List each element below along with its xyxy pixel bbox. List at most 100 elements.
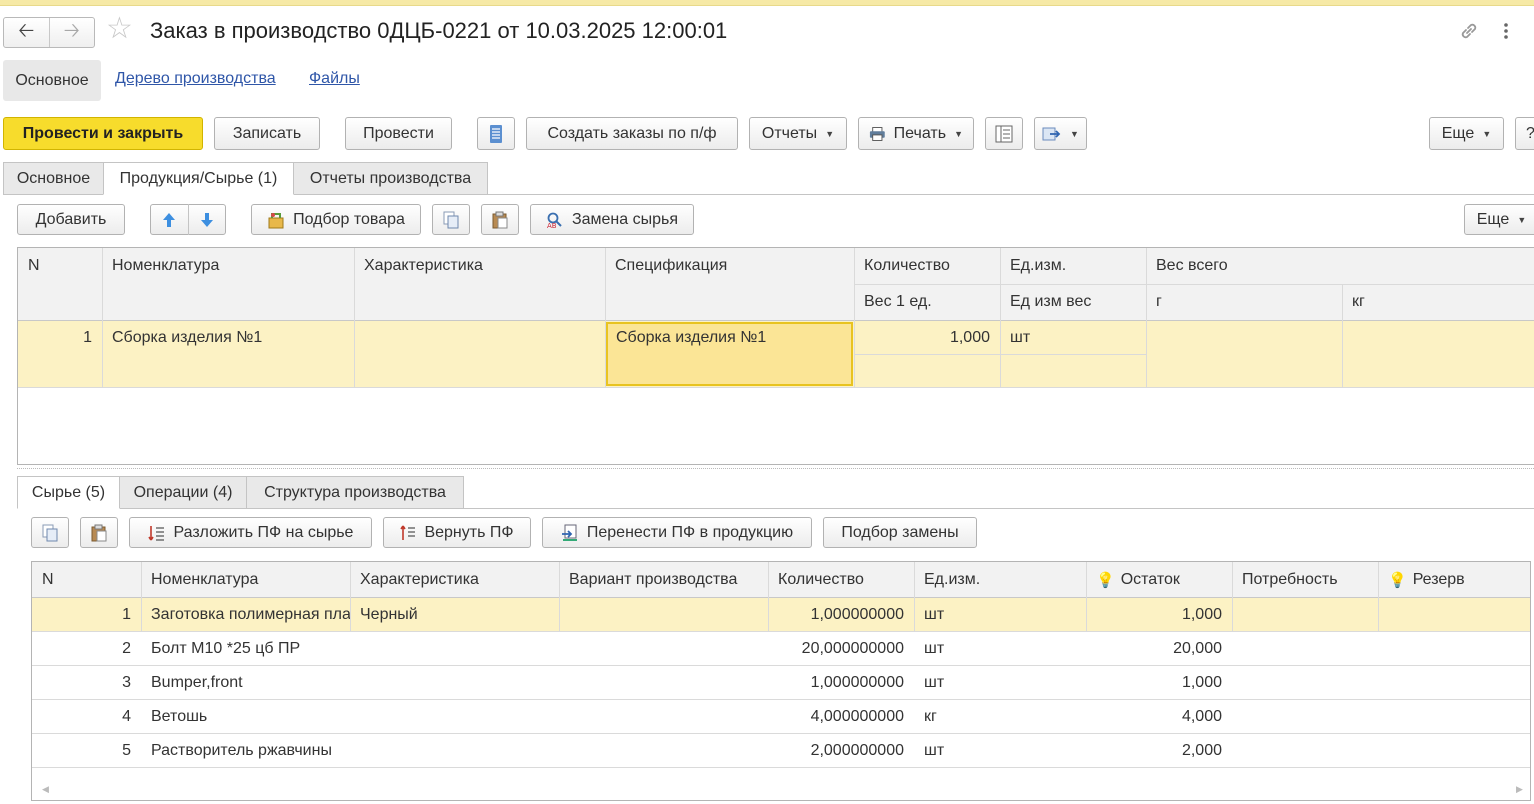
subtab-operations[interactable]: Операции (4) (119, 476, 247, 509)
post-and-close-button[interactable]: Провести и закрыть (3, 117, 203, 150)
document-list-button[interactable] (477, 117, 515, 150)
cell-nomenclature[interactable]: Ветошь (141, 700, 350, 733)
arrow-down-icon (200, 212, 213, 227)
col-header-unit[interactable]: Ед.изм. (1000, 248, 1146, 284)
cell-unit[interactable]: шт (914, 734, 1086, 767)
forward-button[interactable]: 🡢 (48, 18, 95, 47)
reports-button[interactable]: Отчеты ▼ (749, 117, 847, 150)
section-link-files[interactable]: Файлы (309, 70, 360, 88)
cell-quantity[interactable]: 2,000000000 (768, 734, 914, 767)
section-link-production-tree[interactable]: Дерево производства (115, 70, 276, 88)
col-header-characteristic[interactable]: Характеристика (350, 562, 559, 597)
products-more-button[interactable]: Еще ▼ (1464, 204, 1534, 235)
cell-characteristic[interactable]: Черный (350, 598, 559, 631)
replace-raw-button[interactable]: AB Замена сырья (530, 204, 694, 235)
move-up-button[interactable] (151, 212, 188, 228)
col-header-n[interactable]: N (18, 248, 102, 284)
col-header-balance[interactable]: 💡 Остаток (1086, 562, 1232, 597)
divider (18, 387, 1534, 388)
section-main[interactable]: Основное (3, 60, 101, 101)
top-strip (0, 0, 1534, 6)
reserve-label: Резерв (1412, 570, 1465, 588)
copy-button[interactable] (432, 204, 470, 235)
move-down-button[interactable] (189, 212, 226, 228)
cell-n[interactable]: 5 (32, 734, 141, 767)
post-button[interactable]: Провести (345, 117, 452, 150)
cell-characteristic[interactable] (354, 321, 605, 354)
paste-button[interactable] (481, 204, 519, 235)
copy-icon (42, 524, 58, 541)
cell-balance[interactable]: 1,000 (1086, 666, 1232, 699)
cell-n[interactable]: 1 (18, 321, 102, 354)
more-button[interactable]: Еще ▼ (1429, 117, 1504, 150)
print-button[interactable]: Печать ▼ (858, 117, 974, 150)
col-header-characteristic[interactable]: Характеристика (354, 248, 605, 284)
structure-button[interactable] (985, 117, 1023, 150)
scroll-right-icon[interactable]: ▶ (1516, 784, 1523, 795)
cell-quantity[interactable]: 1,000000000 (768, 666, 914, 699)
cell-balance[interactable]: 4,000 (1086, 700, 1232, 733)
caret-down-icon: ▼ (1482, 128, 1492, 139)
tab-main[interactable]: Основное (3, 162, 104, 195)
select-goods-label: Подбор товара (293, 210, 405, 228)
exchange-button[interactable]: ▼ (1034, 117, 1087, 150)
col-header-unit[interactable]: Ед.изм. (914, 562, 1086, 597)
select-goods-button[interactable]: Подбор товара (251, 204, 421, 235)
tab-production-reports[interactable]: Отчеты производства (293, 162, 488, 195)
scroll-left-icon[interactable]: ◀ (42, 784, 49, 795)
cell-balance[interactable]: 20,000 (1086, 632, 1232, 665)
tab-products-raw[interactable]: Продукция/Сырье (1) (103, 162, 294, 195)
col-header-unit-weight[interactable]: Ед изм вес (1000, 284, 1146, 320)
cell-nomenclature[interactable]: Bumper,front (141, 666, 350, 699)
cell-balance[interactable]: 2,000 (1086, 734, 1232, 767)
cell-quantity[interactable]: 4,000000000 (768, 700, 914, 733)
cell-nomenclature[interactable]: Сборка изделия №1 (102, 321, 354, 354)
save-button[interactable]: Записать (214, 117, 320, 150)
cell-n[interactable]: 2 (32, 632, 141, 665)
cell-nomenclature[interactable]: Заготовка полимерная пластиковая (141, 598, 350, 631)
col-header-nomenclature[interactable]: Номенклатура (102, 248, 354, 284)
cell-unit[interactable]: шт (914, 666, 1086, 699)
col-header-kg[interactable]: кг (1342, 284, 1534, 320)
cell-quantity[interactable]: 1,000 (854, 321, 1000, 354)
col-header-reserve[interactable]: 💡 Резерв (1378, 562, 1530, 597)
col-header-nomenclature[interactable]: Номенклатура (141, 562, 350, 597)
decompose-button[interactable]: Разложить ПФ на сырье (129, 517, 372, 548)
subtab-production-structure[interactable]: Структура производства (246, 476, 464, 509)
col-header-g[interactable]: г (1146, 284, 1342, 320)
link-icon[interactable] (1458, 20, 1480, 45)
star-icon[interactable]: ☆ (106, 14, 133, 44)
col-header-weight-one[interactable]: Вес 1 ед. (854, 284, 1000, 320)
back-button[interactable]: 🡠 (4, 18, 49, 47)
cell-nomenclature[interactable]: Болт М10 *25 цб ПР (141, 632, 350, 665)
cell-quantity[interactable]: 1,000000000 (768, 598, 914, 631)
raw-copy-button[interactable] (31, 517, 69, 548)
col-header-quantity[interactable]: Количество (854, 248, 1000, 284)
col-header-weight-total[interactable]: Вес всего (1146, 248, 1446, 284)
cell-n[interactable]: 1 (32, 598, 141, 631)
cell-balance[interactable]: 1,000 (1086, 598, 1232, 631)
splitter[interactable] (17, 468, 1534, 469)
cell-quantity[interactable]: 20,000000000 (768, 632, 914, 665)
col-header-specification[interactable]: Спецификация (605, 248, 854, 284)
help-button[interactable]: ? (1515, 117, 1534, 150)
create-orders-button[interactable]: Создать заказы по п/ф (526, 117, 738, 150)
return-pf-button[interactable]: Вернуть ПФ (383, 517, 531, 548)
cell-unit[interactable]: кг (914, 700, 1086, 733)
add-button[interactable]: Добавить (17, 204, 125, 235)
select-replacement-button[interactable]: Подбор замены (823, 517, 977, 548)
cell-n[interactable]: 4 (32, 700, 141, 733)
col-header-variant[interactable]: Вариант производства (559, 562, 768, 597)
cell-nomenclature[interactable]: Растворитель ржавчины (141, 734, 350, 767)
raw-paste-button[interactable] (80, 517, 118, 548)
move-pf-button[interactable]: Перенести ПФ в продукцию (542, 517, 812, 548)
subtab-raw[interactable]: Сырье (5) (17, 476, 120, 509)
more-vert-icon[interactable] (1500, 20, 1512, 45)
cell-unit[interactable]: шт (1000, 321, 1146, 354)
col-header-quantity[interactable]: Количество (768, 562, 914, 597)
col-header-n[interactable]: N (32, 562, 141, 597)
cell-unit[interactable]: шт (914, 598, 1086, 631)
col-header-need[interactable]: Потребность (1232, 562, 1378, 597)
cell-n[interactable]: 3 (32, 666, 141, 699)
cell-unit[interactable]: шт (914, 632, 1086, 665)
